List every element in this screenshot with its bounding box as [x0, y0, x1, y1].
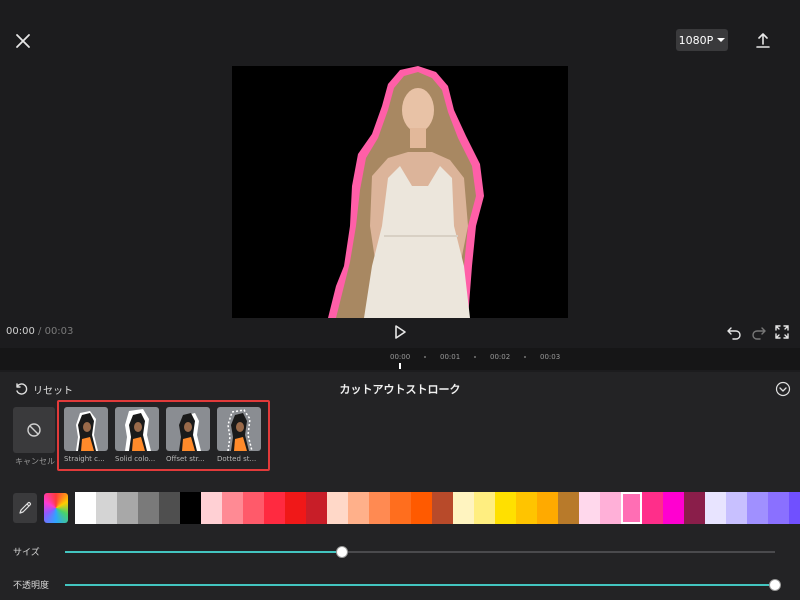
prohibited-icon: [27, 423, 41, 437]
color-swatch[interactable]: [558, 492, 579, 524]
preset-label: Solid colo...: [115, 455, 156, 463]
eyedropper-button[interactable]: [13, 493, 37, 523]
color-swatch[interactable]: [327, 492, 348, 524]
color-swatch[interactable]: [285, 492, 306, 524]
color-swatch[interactable]: [201, 492, 222, 524]
color-swatch[interactable]: [726, 492, 747, 524]
cancel-stroke-button[interactable]: [13, 407, 55, 453]
fullscreen-icon[interactable]: [774, 324, 790, 340]
color-swatch[interactable]: [159, 492, 180, 524]
color-swatch[interactable]: [789, 492, 800, 524]
timeline-tick: 00:03: [540, 353, 561, 361]
size-slider[interactable]: [65, 546, 775, 558]
color-swatch[interactable]: [306, 492, 327, 524]
preset-label: Straight c...: [64, 455, 105, 463]
color-swatch[interactable]: [495, 492, 516, 524]
color-swatch[interactable]: [222, 492, 243, 524]
stroke-color-row: [0, 490, 800, 524]
cutout-stroke-editor: 1080P 00:00 / 00:03 00:00 00:01 00:02 00…: [0, 0, 800, 600]
preset-label: Dotted st...: [217, 455, 257, 463]
size-slider-fill: [65, 551, 342, 553]
redo-icon[interactable]: [751, 324, 767, 340]
color-swatch[interactable]: [117, 492, 138, 524]
preset-thumbnail: [115, 407, 159, 451]
video-preview[interactable]: [232, 66, 568, 318]
time-separator: /: [38, 326, 42, 337]
color-swatch[interactable]: [516, 492, 537, 524]
preset-offset-stroke[interactable]: Offset str...: [166, 407, 212, 463]
resolution-dropdown[interactable]: 1080P: [676, 29, 728, 51]
color-swatch[interactable]: [537, 492, 558, 524]
color-swatch[interactable]: [705, 492, 726, 524]
color-swatch[interactable]: [96, 492, 117, 524]
color-swatch[interactable]: [264, 492, 285, 524]
size-slider-row: サイズ: [0, 542, 800, 562]
cutout-person-image: [328, 66, 484, 318]
color-swatch[interactable]: [180, 492, 201, 524]
color-swatch[interactable]: [432, 492, 453, 524]
preset-solid-color[interactable]: Solid colo...: [115, 407, 161, 463]
eyedropper-icon: [19, 502, 31, 514]
color-swatch[interactable]: [138, 492, 159, 524]
panel-title: カットアウトストローク: [339, 383, 461, 396]
chevron-down-icon[interactable]: [775, 381, 791, 397]
timeline-tick: 00:01: [440, 353, 461, 361]
undo-icon[interactable]: [726, 324, 742, 340]
color-swatches: [75, 492, 800, 524]
preset-label: Offset str...: [166, 455, 205, 463]
opacity-slider-row: 不透明度: [0, 575, 800, 595]
color-swatch[interactable]: [453, 492, 474, 524]
duration: 00:03: [44, 326, 74, 337]
color-swatch[interactable]: [390, 492, 411, 524]
time-display: 00:00 / 00:03: [6, 326, 73, 337]
preset-straight-cutout[interactable]: Straight c...: [64, 407, 110, 463]
resolution-label: 1080P: [678, 33, 714, 47]
color-swatch[interactable]: [621, 492, 642, 524]
timeline-dot: [474, 356, 476, 358]
timeline-tick: 00:02: [490, 353, 511, 361]
color-swatch[interactable]: [579, 492, 600, 524]
cancel-label: キャンセル: [15, 457, 55, 466]
color-swatch[interactable]: [348, 492, 369, 524]
color-swatch[interactable]: [600, 492, 621, 524]
current-time: 00:00: [6, 326, 35, 337]
preset-thumbnail: [64, 407, 108, 451]
color-swatch[interactable]: [684, 492, 705, 524]
preset-thumbnail: [217, 407, 261, 451]
timeline-dot: [424, 356, 426, 358]
opacity-slider-knob[interactable]: [769, 579, 781, 591]
color-swatch[interactable]: [411, 492, 432, 524]
size-slider-knob[interactable]: [335, 546, 348, 558]
playhead[interactable]: [399, 363, 401, 369]
cutout-stroke-panel: リセット カットアウトストローク キャンセル Straight c... Sol…: [0, 372, 800, 600]
opacity-slider[interactable]: [65, 579, 781, 591]
play-icon[interactable]: [391, 323, 409, 341]
color-swatch[interactable]: [474, 492, 495, 524]
color-swatch[interactable]: [369, 492, 390, 524]
color-swatch[interactable]: [243, 492, 264, 524]
timeline-tick: 00:00: [390, 353, 411, 361]
timeline-dot: [524, 356, 526, 358]
color-swatch[interactable]: [663, 492, 684, 524]
opacity-label: 不透明度: [13, 581, 50, 591]
stroke-presets-highlight: Straight c... Solid colo... Offset str..…: [57, 400, 270, 471]
close-icon[interactable]: [12, 30, 34, 52]
size-label: サイズ: [13, 548, 40, 558]
opacity-slider-fill: [65, 584, 775, 586]
color-swatch[interactable]: [642, 492, 663, 524]
color-swatch[interactable]: [75, 492, 96, 524]
preset-thumbnail: [166, 407, 210, 451]
caret-down-icon: [717, 38, 726, 42]
preset-dotted-stroke[interactable]: Dotted st...: [217, 407, 263, 463]
color-wheel-button[interactable]: [44, 493, 68, 523]
color-swatch[interactable]: [768, 492, 789, 524]
color-swatch[interactable]: [747, 492, 768, 524]
upload-icon[interactable]: [752, 30, 774, 52]
